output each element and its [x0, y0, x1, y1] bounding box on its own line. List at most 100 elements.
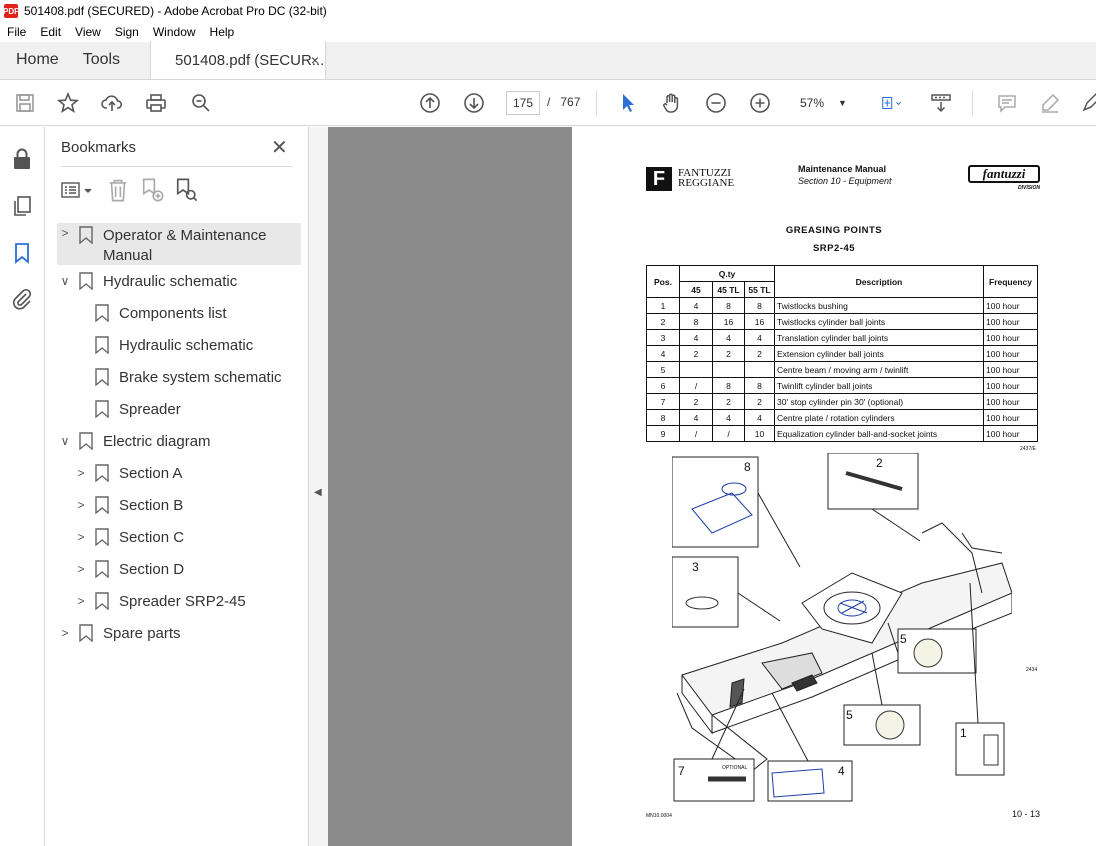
close-icon[interactable]: ✕: [271, 135, 288, 160]
company-name: FANTUZZI REGGIANE: [678, 168, 735, 189]
chevron-down-icon[interactable]: ∨: [57, 434, 73, 448]
zoom-select[interactable]: 57% ▼: [794, 91, 854, 115]
bookmark-label: Section C: [119, 528, 185, 546]
star-icon[interactable]: [57, 92, 79, 114]
main-toolbar: / 767 57% ▼: [0, 80, 1096, 126]
options-menu-icon[interactable]: [61, 178, 97, 202]
table-cell: 30' stop cylinder pin 30' (optional): [774, 393, 984, 410]
collapse-left-icon[interactable]: ◀: [314, 487, 322, 498]
bookmark-label: Brake system schematic: [119, 368, 282, 386]
toolbar-separator: [972, 90, 973, 116]
doc-subtitle: SRP2-45: [812, 243, 856, 254]
bookmark-search-icon[interactable]: [173, 178, 199, 202]
menu-sign[interactable]: Sign: [108, 25, 146, 39]
bookmark-label: Section B: [119, 496, 184, 514]
bookmark-components-list[interactable]: Components list: [73, 301, 227, 325]
panel-collapse-strip[interactable]: ◀: [309, 127, 328, 846]
table-cell: 100 hour: [983, 377, 1038, 394]
chevron-right-icon[interactable]: >: [57, 226, 73, 240]
bookmark-icon: [95, 304, 109, 322]
menu-file[interactable]: File: [0, 25, 33, 39]
chevron-right-icon[interactable]: >: [73, 466, 89, 480]
draw-icon[interactable]: [1080, 92, 1096, 114]
tab-close-icon[interactable]: ×: [311, 52, 319, 68]
bookmark-spare-parts[interactable]: > Spare parts: [57, 621, 181, 645]
table-cell: 7: [646, 393, 680, 410]
bookmark-icon: [95, 592, 109, 610]
table-row: 7 2 2 2 30' stop cylinder pin 30' (optional)…: [646, 393, 1038, 410]
attachment-icon[interactable]: [10, 287, 34, 311]
chevron-right-icon[interactable]: >: [73, 594, 89, 608]
manual-name: Maintenance Manual: [798, 164, 887, 174]
highlight-pen-icon[interactable]: [1039, 92, 1061, 114]
bookmark-section-a[interactable]: > Section A: [73, 461, 182, 485]
chevron-down-icon[interactable]: ∨: [57, 274, 73, 288]
bookmark-brake-system-schematic[interactable]: Brake system schematic: [73, 365, 282, 389]
table-cell: /: [712, 425, 745, 442]
print-icon[interactable]: [145, 92, 167, 114]
next-page-icon[interactable]: [463, 92, 485, 114]
delete-icon[interactable]: [105, 178, 131, 202]
zoom-value: 57%: [800, 96, 825, 110]
company-line-2: REGGIANE: [678, 177, 735, 189]
chevron-right-icon[interactable]: >: [57, 626, 73, 640]
save-icon[interactable]: [14, 92, 36, 114]
table-cell: 2: [679, 393, 713, 410]
table-cell: Translation cylinder ball joints: [774, 329, 984, 346]
bookmark-rail-icon[interactable]: [10, 241, 34, 265]
col-frequency: Frequency: [983, 265, 1038, 298]
menu-edit[interactable]: Edit: [33, 25, 68, 39]
previous-page-icon[interactable]: [419, 92, 441, 114]
bookmark-section-c[interactable]: > Section C: [73, 525, 184, 549]
table-cell: 4: [679, 329, 713, 346]
bookmark-spreader-srp2-45[interactable]: > Spreader SRP2-45: [73, 589, 246, 613]
comment-icon[interactable]: [996, 92, 1018, 114]
bookmark-spreader[interactable]: Spreader: [73, 397, 181, 421]
callout-4: 4: [838, 764, 845, 778]
chevron-right-icon[interactable]: >: [73, 530, 89, 544]
find-zoom-icon[interactable]: [190, 92, 212, 114]
bookmark-section-d[interactable]: > Section D: [73, 557, 184, 581]
table-cell: 8: [744, 377, 775, 394]
zoom-out-icon[interactable]: [705, 92, 727, 114]
table-cell: 100 hour: [983, 329, 1038, 346]
bookmark-tools: [61, 177, 207, 203]
page-number-input[interactable]: [506, 91, 540, 115]
bookmark-hydraulic-schematic-group[interactable]: ∨ Hydraulic schematic: [57, 269, 237, 293]
page-display-icon[interactable]: [875, 92, 907, 114]
table-cell: 9: [646, 425, 680, 442]
zoom-in-icon[interactable]: [749, 92, 771, 114]
pages-icon[interactable]: [10, 194, 34, 218]
menu-window[interactable]: Window: [146, 25, 203, 39]
bookmark-electric-diagram[interactable]: ∨ Electric diagram: [57, 429, 211, 453]
bookmark-icon: [79, 624, 93, 642]
table-cell: 4: [744, 409, 775, 426]
tab-document[interactable]: 501408.pdf (SECUR... ×: [150, 41, 327, 79]
tab-document-label: 501408.pdf (SECUR...: [175, 51, 325, 69]
lock-icon[interactable]: [10, 147, 34, 171]
new-bookmark-icon[interactable]: [139, 178, 165, 202]
fantuzzi-logo-icon: F: [646, 167, 672, 191]
greasing-table: Pos. Q.ty Description Frequency 45 45 TL…: [646, 265, 1038, 442]
upload-cloud-icon[interactable]: [101, 92, 123, 114]
bookmark-icon: [95, 528, 109, 546]
table-cell: 2: [679, 345, 713, 362]
tab-home[interactable]: Home: [0, 41, 75, 79]
chevron-right-icon[interactable]: >: [73, 562, 89, 576]
bookmark-label: Operator & Maintenance Manual: [103, 227, 267, 264]
page-total: / 767: [547, 95, 580, 109]
bookmarks-panel: Bookmarks ✕ > Operator & Maintenance Man…: [45, 127, 309, 846]
hand-tool-icon[interactable]: [660, 92, 682, 114]
table-cell: 8: [646, 409, 680, 426]
menu-view[interactable]: View: [68, 25, 108, 39]
select-cursor-icon[interactable]: [617, 92, 639, 114]
tab-tools[interactable]: Tools: [75, 41, 150, 79]
bookmark-hydraulic-schematic[interactable]: Hydraulic schematic: [73, 333, 253, 357]
scroll-mode-icon[interactable]: [930, 92, 952, 114]
table-cell: Equalization cylinder ball-and-socket jo…: [774, 425, 984, 442]
bookmark-section-b[interactable]: > Section B: [73, 493, 183, 517]
bookmark-operator-maintenance-manual[interactable]: > Operator & Maintenance Manual: [57, 223, 301, 265]
chevron-right-icon[interactable]: >: [73, 498, 89, 512]
table-cell: Twinlift cylinder ball joints: [774, 377, 984, 394]
menu-help[interactable]: Help: [203, 25, 242, 39]
